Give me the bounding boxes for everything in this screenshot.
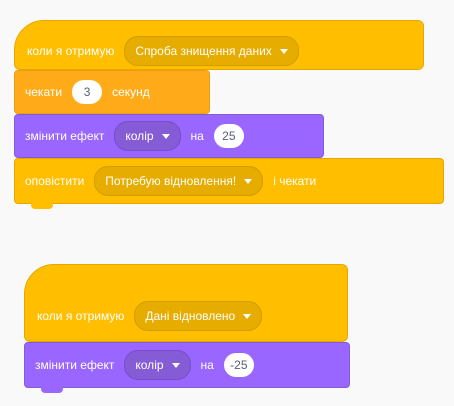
message-dropdown[interactable]: Спроба знищення даних <box>124 36 299 66</box>
effect-dropdown[interactable]: колір <box>124 350 191 380</box>
change-effect-label: змінити ефект <box>25 129 105 143</box>
script-data-restored: коли я отримую Дані відновлено змінити е… <box>24 264 350 393</box>
effect-dropdown-label: колір <box>135 358 164 372</box>
chevron-down-icon <box>244 178 253 184</box>
chevron-down-icon <box>171 362 180 368</box>
wait-block[interactable]: чекати 3 секунд <box>14 70 210 114</box>
when-receive-label: коли я отримую <box>27 44 115 58</box>
message-dropdown[interactable]: Дані відновлено <box>134 301 263 331</box>
message-dropdown-label: Спроба знищення даних <box>135 44 272 58</box>
effect-by-label: на <box>190 129 204 143</box>
script-damage-attempt: коли я отримую Спроба знищення даних чек… <box>14 20 444 209</box>
chevron-down-icon <box>161 133 170 139</box>
effect-value-input[interactable]: 25 <box>213 124 244 148</box>
wait-label: чекати <box>25 85 63 99</box>
message-dropdown-label: Дані відновлено <box>145 309 236 323</box>
effect-by-label: на <box>200 358 214 372</box>
chevron-down-icon <box>279 48 288 54</box>
code-area[interactable]: коли я отримую Спроба знищення даних чек… <box>0 0 454 406</box>
change-effect-block[interactable]: змінити ефект колір на 25 <box>14 114 324 158</box>
broadcast-message-label: Потребую відновлення! <box>105 174 237 188</box>
effect-dropdown-label: колір <box>125 129 154 143</box>
when-receive-label: коли я отримую <box>37 309 125 323</box>
wait-seconds-suffix: секунд <box>112 85 150 99</box>
broadcast-and-wait-block[interactable]: оповістити Потребую відновлення! і чекат… <box>14 158 444 209</box>
change-effect-label: змінити ефект <box>35 358 115 372</box>
broadcast-wait-suffix: і чекати <box>273 174 317 188</box>
change-effect-block[interactable]: змінити ефект колір на -25 <box>24 342 350 393</box>
broadcast-label: оповістити <box>25 174 85 188</box>
broadcast-message-dropdown[interactable]: Потребую відновлення! <box>94 166 264 196</box>
when-receive-hat-block[interactable]: коли я отримую Спроба знищення даних <box>14 20 424 70</box>
wait-seconds-input[interactable]: 3 <box>72 80 103 104</box>
when-receive-hat-block[interactable]: коли я отримую Дані відновлено <box>24 264 348 342</box>
effect-dropdown[interactable]: колір <box>114 121 181 151</box>
chevron-down-icon <box>243 313 252 319</box>
effect-value-input[interactable]: -25 <box>223 353 254 377</box>
